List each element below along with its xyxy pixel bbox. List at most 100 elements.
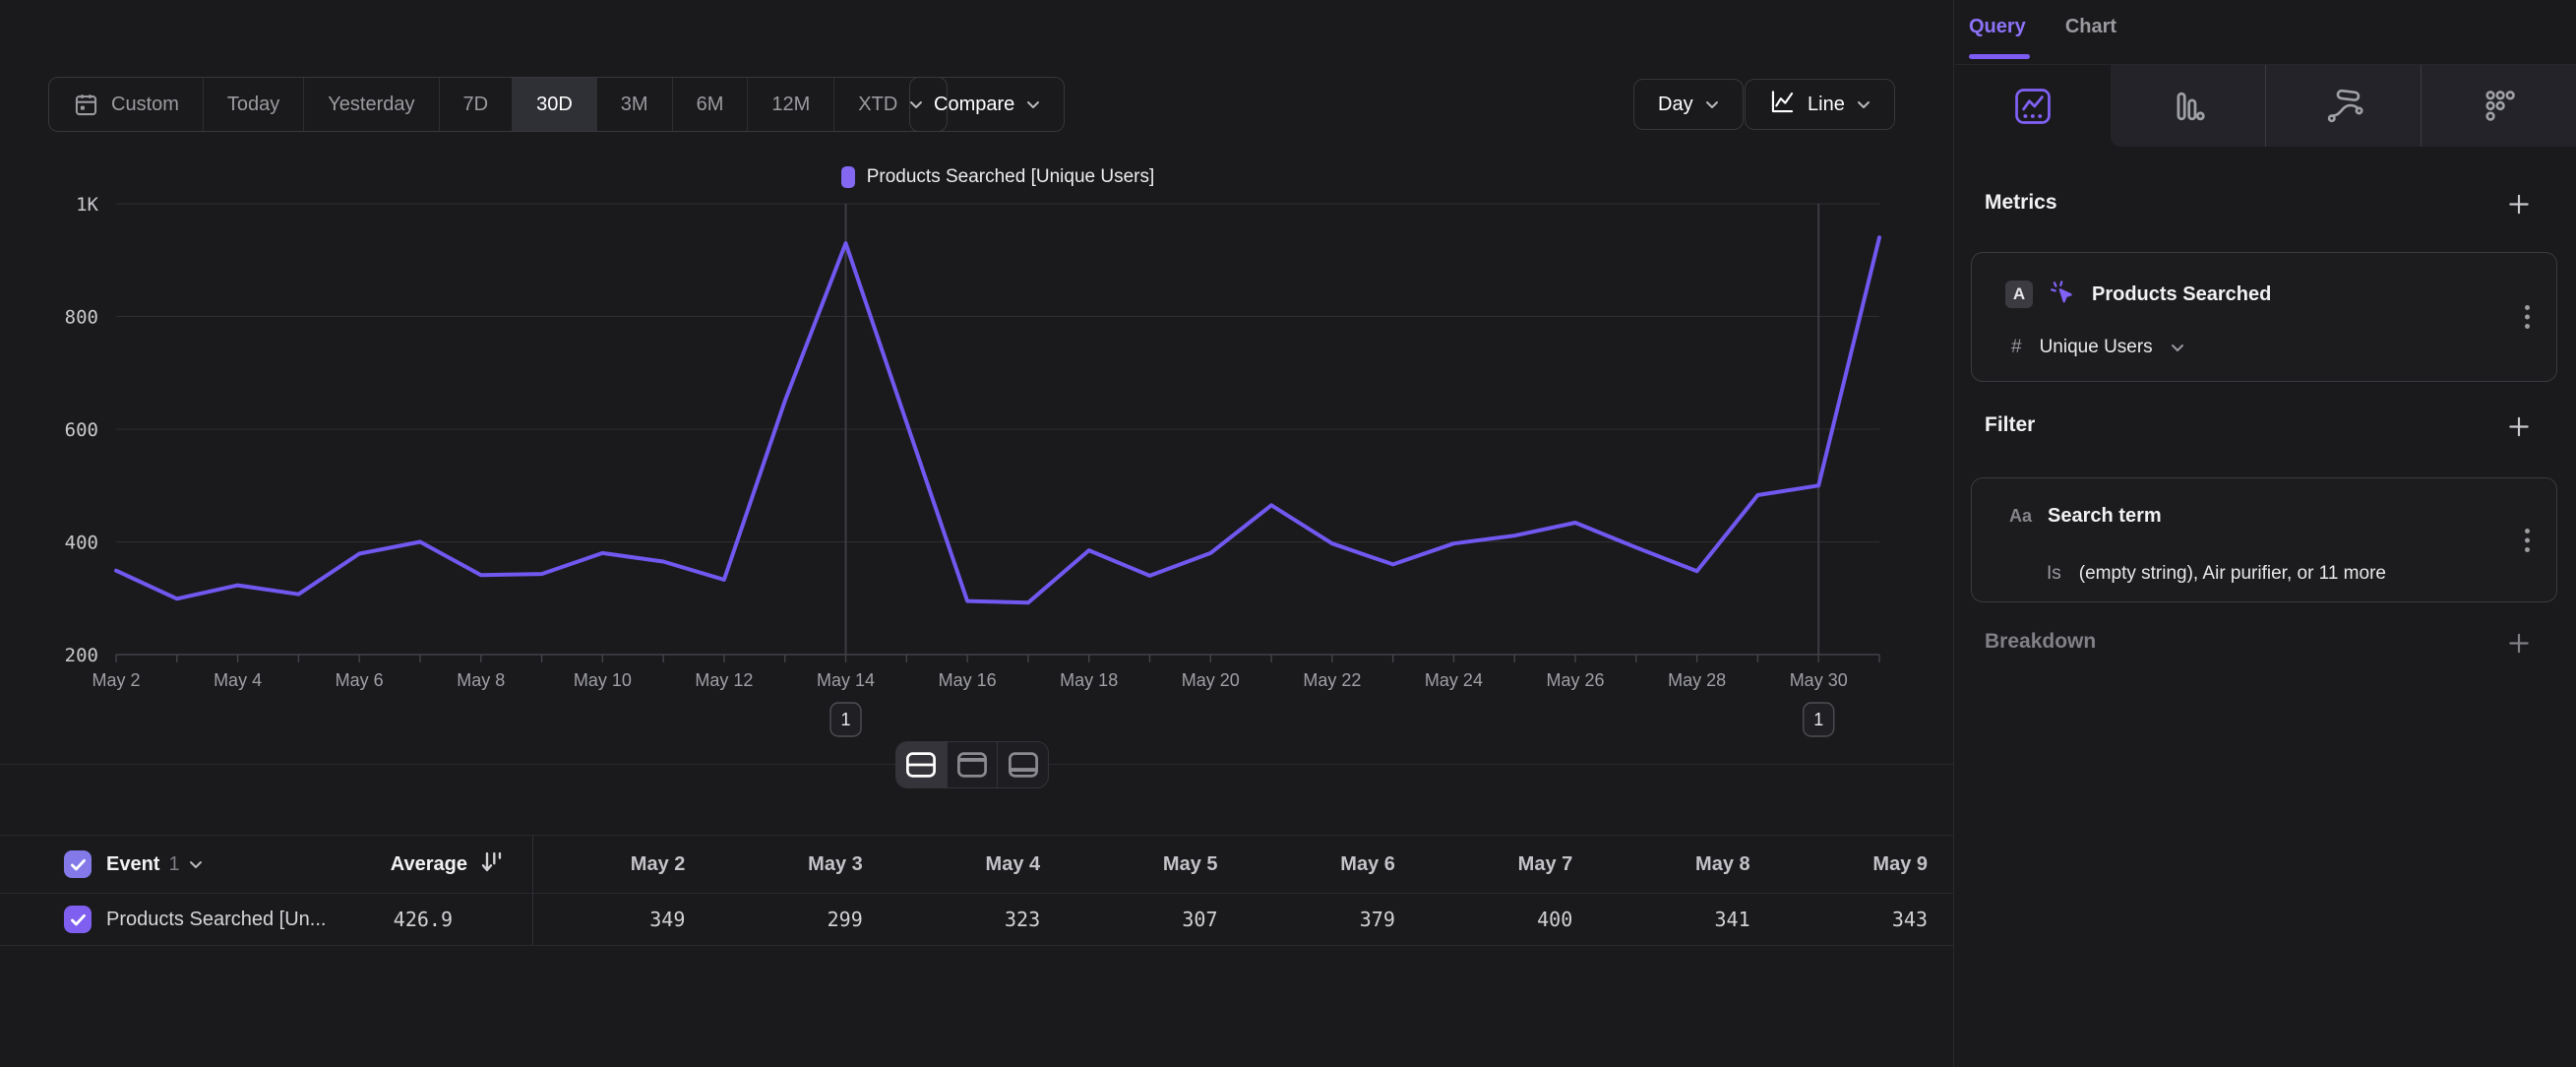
x-axis-label: May 20: [1182, 670, 1240, 690]
chart-type-tab-strip: [1955, 64, 2576, 147]
table-view-toggle[interactable]: [997, 742, 1048, 787]
date-column-header[interactable]: May 8: [1598, 836, 1775, 893]
date-column-header[interactable]: May 4: [889, 836, 1066, 893]
metric-letter-badge: A: [2005, 281, 2033, 308]
filter-operator[interactable]: Is: [2047, 563, 2061, 585]
y-axis-label: 800: [65, 307, 98, 329]
sidebar-tabs: Query Chart: [1969, 16, 2116, 38]
chevron-down-icon: [2171, 344, 2184, 352]
x-axis-label: May 18: [1060, 670, 1118, 690]
series-checkbox[interactable]: [64, 906, 92, 933]
y-axis-label: 600: [65, 419, 98, 441]
y-axis-label: 400: [65, 533, 98, 554]
chart-type-tab-retention-dots[interactable]: [2422, 65, 2576, 147]
breakdown-heading: Breakdown: [1985, 630, 2096, 654]
event-column-header[interactable]: Event: [106, 853, 159, 876]
date-column-header[interactable]: May 3: [710, 836, 888, 893]
chevron-down-icon: [1857, 100, 1871, 109]
x-axis-label: May 30: [1790, 670, 1848, 690]
event-count: 1: [168, 853, 179, 876]
date-value: 349: [533, 894, 710, 945]
chart-type-tab-insights-line[interactable]: [1955, 65, 2111, 147]
preset-today[interactable]: Today: [203, 78, 303, 131]
view-layout-switcher: [895, 741, 1049, 788]
x-axis-label: May 10: [574, 670, 632, 690]
preset-7d[interactable]: 7D: [439, 78, 513, 131]
bar-chart-icon: [2170, 88, 2207, 125]
metrics-heading: Metrics: [1985, 191, 2057, 215]
metric-card[interactable]: A Products Searched # Unique Users: [1971, 252, 2557, 382]
metric-event-name[interactable]: Products Searched: [2092, 283, 2271, 306]
data-series-line[interactable]: [116, 237, 1879, 602]
preset-3m[interactable]: 3M: [596, 78, 672, 131]
x-axis-label: May 28: [1668, 670, 1726, 690]
add-breakdown-button[interactable]: [2506, 630, 2532, 656]
date-value-cells: 349299323307379400341343: [532, 894, 1953, 945]
chevron-down-icon: [1026, 100, 1040, 109]
chart-type-tab-flows[interactable]: [2266, 65, 2422, 147]
preset-yesterday[interactable]: Yesterday: [303, 78, 438, 131]
chart-area: 200 400 600 800 1K May 2 May 4 May 6 May 8 May 10…: [0, 187, 1953, 758]
x-axis-label: May 16: [939, 670, 997, 690]
compare-label: Compare: [934, 94, 1014, 116]
active-tab-underline: [1969, 54, 2030, 59]
measure-hash: #: [2011, 337, 2022, 358]
preset-12m[interactable]: 12M: [747, 78, 833, 131]
filter-card[interactable]: Aa Search term Is (empty string), Air pu…: [1971, 477, 2557, 602]
date-column-header[interactable]: May 5: [1066, 836, 1243, 893]
date-column-headers: May 2May 3May 4May 5May 6May 7May 8May 9: [532, 836, 1953, 893]
filter-values[interactable]: (empty string), Air purifier, or 11 more: [2079, 563, 2386, 585]
date-column-header[interactable]: May 7: [1421, 836, 1598, 893]
preset-30d[interactable]: 30D: [512, 78, 596, 131]
add-filter-button[interactable]: [2506, 413, 2532, 439]
table-row: Products Searched [Un... 426.9 349299323…: [0, 894, 1953, 946]
date-column-header[interactable]: May 9: [1776, 836, 1953, 893]
preset-6m[interactable]: 6M: [672, 78, 748, 131]
measure-selector[interactable]: Unique Users: [2040, 337, 2153, 358]
toolbar: CustomTodayYesterday7D30D3M6M12MXTD Comp…: [0, 77, 1953, 132]
select-all-checkbox[interactable]: [64, 850, 92, 878]
split-view-toggle[interactable]: [896, 742, 947, 787]
x-axis-label: May 6: [336, 670, 384, 690]
x-axis-label: May 2: [92, 670, 140, 690]
sort-descending-icon[interactable]: [479, 848, 504, 880]
calendar-icon: [73, 92, 99, 118]
date-value: 400: [1421, 894, 1598, 945]
y-axis-label: 200: [65, 645, 98, 666]
date-value: 379: [1244, 894, 1421, 945]
preset-custom[interactable]: Custom: [49, 78, 203, 131]
granularity-button[interactable]: Day: [1633, 79, 1744, 130]
x-axis-label: May 14: [817, 670, 875, 690]
insights-line-icon: [2013, 87, 2053, 126]
string-property-icon: Aa: [2009, 506, 2032, 527]
tab-chart[interactable]: Chart: [2065, 16, 2116, 38]
x-axis-label: May 4: [214, 670, 262, 690]
filter-property-name[interactable]: Search term: [2048, 505, 2162, 528]
chart-view-toggle[interactable]: [947, 742, 998, 787]
average-column-header[interactable]: Average: [391, 853, 467, 876]
date-column-header[interactable]: May 2: [533, 836, 710, 893]
granularity-label: Day: [1658, 94, 1693, 116]
x-axis-label: May 12: [695, 670, 753, 690]
add-metric-button[interactable]: [2506, 191, 2532, 217]
date-value: 307: [1066, 894, 1243, 945]
x-axis-label: May 26: [1547, 670, 1605, 690]
query-builder-sidebar: Query Chart Metrics A Products Searched …: [1953, 0, 2576, 1067]
event-spark-cursor-icon: [2049, 279, 2076, 311]
x-axis-label: May 8: [457, 670, 505, 690]
annotation-badge-label: 1: [1813, 710, 1823, 729]
chevron-down-icon: [189, 860, 203, 869]
line-chart-icon: [1769, 90, 1796, 120]
x-axis-label: May 24: [1425, 670, 1483, 690]
date-value: 343: [1776, 894, 1953, 945]
date-column-header[interactable]: May 6: [1244, 836, 1421, 893]
legend-label: Products Searched [Unique Users]: [867, 166, 1155, 188]
chart-type-tab-bar-chart[interactable]: [2111, 65, 2266, 147]
filter-heading: Filter: [1985, 413, 2035, 437]
chart-type-button[interactable]: Line: [1745, 79, 1895, 130]
tab-query[interactable]: Query: [1969, 16, 2026, 38]
table-header-row: Event 1 Average May 2May 3May 4May 5May …: [0, 836, 1953, 894]
line-chart[interactable]: 200 400 600 800 1K May 2 May 4 May 6 May 8 May 10…: [0, 187, 1953, 758]
y-axis-label: 1K: [76, 194, 98, 216]
compare-button[interactable]: Compare: [909, 77, 1065, 132]
